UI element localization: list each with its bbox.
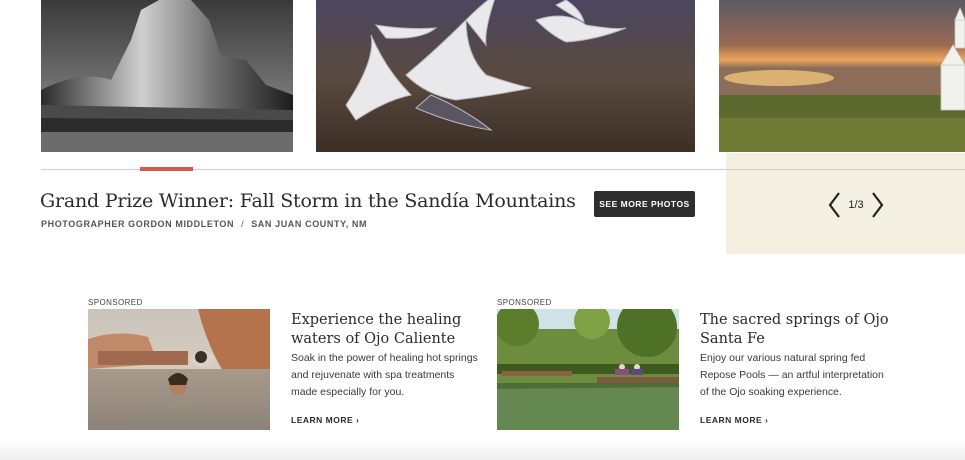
credit-separator: / — [241, 219, 245, 229]
see-more-photos-button[interactable]: SEE MORE PHOTOS — [594, 191, 695, 217]
gallery-photo-cranes[interactable] — [316, 0, 695, 152]
gallery-caption-credit: PHOTOGRAPHER GORDON MIDDLETON / SAN JUAN C… — [41, 219, 367, 229]
gallery-caption-title: Grand Prize Winner: Fall Storm in the Sa… — [40, 190, 576, 212]
sponsored-image-ojo-caliente[interactable] — [88, 309, 270, 430]
gallery-photo-rock-formation[interactable] — [41, 0, 293, 152]
gallery-pager: 1/3 — [824, 189, 888, 221]
photographer-credit: PHOTOGRAPHER GORDON MIDDLETON — [41, 219, 235, 229]
chevron-left-icon — [828, 192, 840, 218]
sponsored-title-ojo-santa-fe[interactable]: The sacred springs of Ojo Santa Fe — [700, 311, 890, 349]
learn-more-link-ojo-santa-fe[interactable]: LEARN MORE › — [700, 415, 768, 425]
sponsored-description-ojo-caliente: Soak in the power of healing hot springs… — [291, 352, 478, 398]
photo-location: SAN JUAN COUNTY, NM — [251, 219, 368, 229]
flying-cranes-image — [316, 0, 695, 152]
rock-formation-image — [41, 0, 293, 152]
learn-more-link-ojo-caliente[interactable]: LEARN MORE › — [291, 415, 359, 425]
hot-spring-bather-image — [88, 309, 270, 430]
chevron-right-icon — [872, 192, 884, 218]
garden-pond-image — [497, 309, 679, 430]
next-photo-button[interactable] — [868, 189, 888, 221]
gallery-photo-storm-church[interactable] — [719, 0, 965, 152]
gallery-progress-indicator — [140, 167, 193, 171]
sponsored-label: SPONSORED — [497, 298, 552, 307]
sponsored-title-ojo-caliente[interactable]: Experience the healing waters of Ojo Cal… — [291, 311, 481, 349]
sponsored-image-ojo-santa-fe[interactable] — [497, 309, 679, 430]
storm-church-image — [719, 0, 965, 152]
bottom-edge-shadow — [0, 440, 965, 460]
sponsored-label: SPONSORED — [88, 298, 143, 307]
sponsored-description-ojo-santa-fe: Enjoy our various natural spring fed Rep… — [700, 352, 884, 398]
previous-photo-button[interactable] — [824, 189, 844, 221]
pager-count: 1/3 — [848, 199, 864, 211]
